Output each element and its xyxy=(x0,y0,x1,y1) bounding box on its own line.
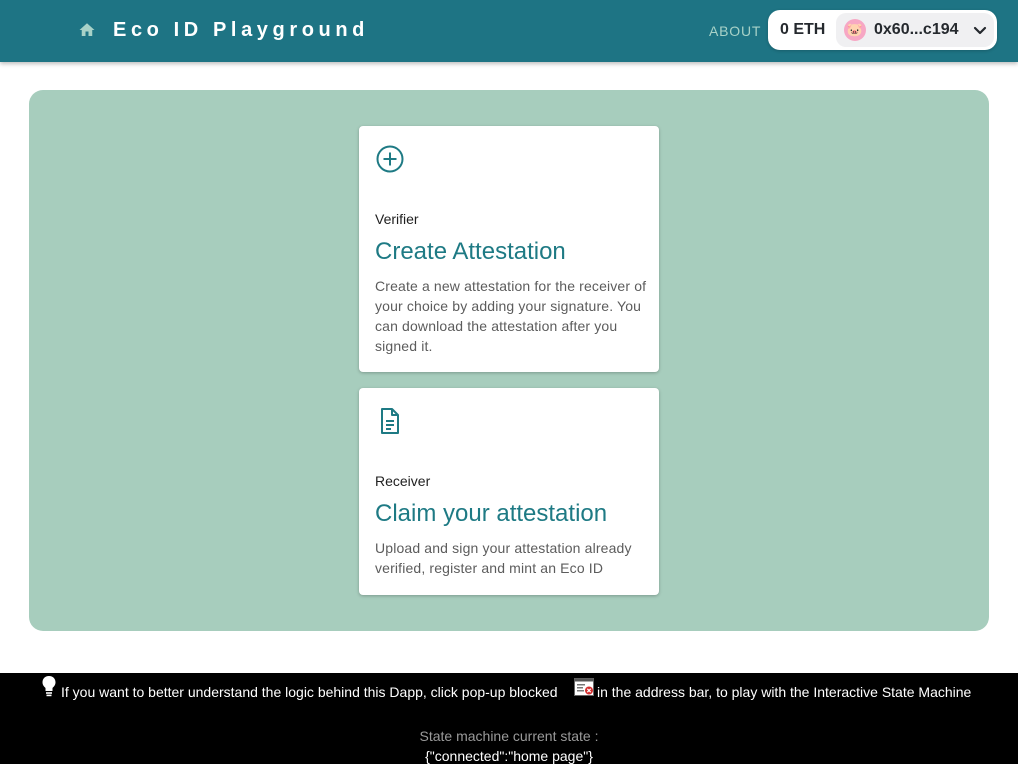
state-label: State machine current state : xyxy=(419,728,599,744)
eth-balance: 0 ETH xyxy=(780,21,826,38)
chevron-down-icon xyxy=(973,26,987,35)
state-machine-hint-continued: in the address bar, to play with the Int… xyxy=(597,684,972,700)
card-title: Claim your attestation xyxy=(375,500,608,527)
wallet-connect-button[interactable]: 0 ETH 🐷 0x60...c194 xyxy=(768,10,997,50)
add-circle-icon xyxy=(376,145,404,173)
card-overline: Verifier xyxy=(375,211,419,227)
popup-blocked-icon xyxy=(574,678,594,696)
card-overline: Receiver xyxy=(375,473,431,489)
app-header: Eco ID Playground ABOUT 0 ETH 🐷 0x60...c… xyxy=(0,0,1018,62)
state-value: {"connected":"home page"} xyxy=(425,748,593,764)
state-machine-footer: If you want to better understand the log… xyxy=(0,673,1018,764)
card-title: Create Attestation xyxy=(375,238,566,265)
card-description: Upload and sign your attestation already… xyxy=(375,540,632,576)
state-machine-hint: If you want to better understand the log… xyxy=(61,684,558,700)
main-panel: Verifier Create Attestation Create a new… xyxy=(29,90,989,631)
card-description: Create a new attestation for the receive… xyxy=(375,278,647,354)
home-icon[interactable] xyxy=(78,21,96,39)
account-button[interactable]: 🐷 0x60...c194 xyxy=(836,13,994,47)
wallet-address: 0x60...c194 xyxy=(874,21,959,38)
app-title: Eco ID Playground xyxy=(113,19,370,41)
about-link[interactable]: ABOUT xyxy=(709,22,761,40)
avatar: 🐷 xyxy=(844,19,866,41)
create-attestation-card[interactable]: Verifier Create Attestation Create a new… xyxy=(359,126,659,372)
lightbulb-icon xyxy=(42,676,56,697)
document-icon xyxy=(381,408,399,434)
claim-attestation-card[interactable]: Receiver Claim your attestation Upload a… xyxy=(359,388,659,595)
